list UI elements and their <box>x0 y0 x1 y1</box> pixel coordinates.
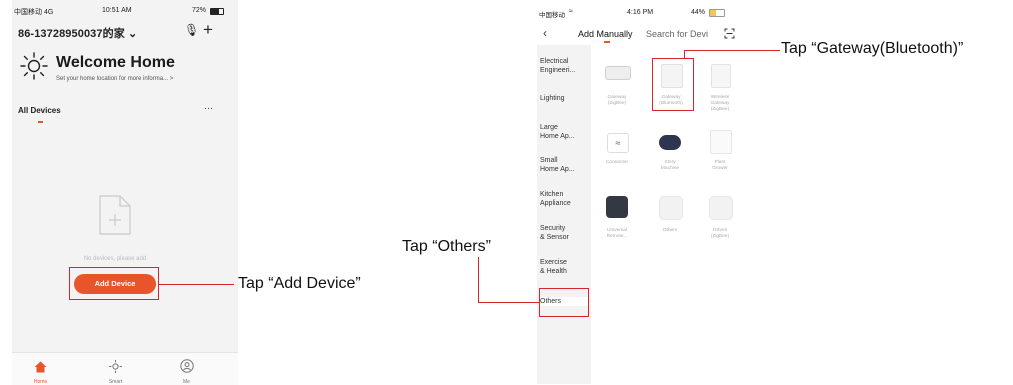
category-security-sensor[interactable]: Security & Sensor <box>540 224 569 242</box>
gateway-icon <box>605 66 631 80</box>
callout-line-others-vertical <box>478 257 479 303</box>
highlight-gateway-bluetooth <box>652 58 694 111</box>
highlight-add-device <box>69 267 159 300</box>
tab-smart-label[interactable]: Smart <box>103 379 128 385</box>
callout-line-gateway-horizontal <box>684 50 780 51</box>
microphone-icon[interactable]: 🎙 <box>184 23 199 37</box>
home-selector[interactable]: 86-13728950037的家 ⌄ <box>18 25 137 41</box>
sun-icon <box>20 52 48 80</box>
wifi-status-icon: ≈ <box>569 8 573 15</box>
battery-icon <box>210 8 224 15</box>
category-sidebar: Electrical Engineeri... Lighting Large H… <box>537 45 591 384</box>
tab-add-manually[interactable]: Add Manually <box>578 29 633 39</box>
carrier-status: 中国移动 4G <box>14 9 54 16</box>
back-icon[interactable]: ‹ <box>543 26 547 40</box>
tab-all-devices[interactable]: All Devices <box>18 106 61 115</box>
category-small-home-appliance[interactable]: Small Home Ap... <box>540 156 575 174</box>
device-universal-remote[interactable]: Universal Remote... <box>597 228 637 240</box>
carrier-status: 中国移动 <box>539 12 565 19</box>
tab-search-devices[interactable]: Search for Devi <box>646 29 708 39</box>
tab-indicator <box>604 41 610 43</box>
add-device-screen: 中国移动 ≈ 4:16 PM 44% ‹ Add Manually Search… <box>537 0 764 384</box>
home-icon[interactable] <box>34 361 47 373</box>
clock: 10:51 AM <box>102 7 132 14</box>
smart-icon[interactable] <box>109 360 122 373</box>
empty-message: No devices, please add <box>83 256 147 262</box>
gateway-icon <box>711 64 731 88</box>
story-machine-icon <box>659 135 681 150</box>
empty-file-icon <box>99 195 131 235</box>
home-screen: 中国移动 4G 10:51 AM 72% 86-13728950037的家 ⌄ … <box>12 0 238 385</box>
box-icon <box>709 196 733 220</box>
remote-icon <box>606 196 628 218</box>
add-icon[interactable]: + <box>203 20 213 40</box>
tab-home-label[interactable]: Home <box>28 379 53 385</box>
callout-line-others-horizontal <box>478 302 539 303</box>
set-location-link[interactable]: Set your home location for more informa.… <box>56 76 173 82</box>
device-plant-grower[interactable]: Plant Grower <box>700 160 740 172</box>
callout-others: Tap “Others” <box>402 238 491 255</box>
callout-add-device: Tap “Add Device” <box>238 275 361 292</box>
battery-percent: 44% <box>691 9 706 16</box>
callout-line-gateway-vertical <box>684 50 685 58</box>
wifi-icon: ≈ <box>607 133 629 153</box>
scan-icon[interactable] <box>724 28 735 39</box>
callout-gateway-bluetooth: Tap “Gateway(Bluetooth)” <box>781 40 964 57</box>
tab-me-label[interactable]: Me <box>174 379 199 385</box>
device-gateway-zigbee[interactable]: Gateway (ZigBee) <box>597 95 637 107</box>
device-others-zigbee[interactable]: Others (ZigBee) <box>700 228 740 240</box>
category-exercise-health[interactable]: Exercise & Health <box>540 258 567 276</box>
battery-percent: 72% <box>192 7 207 14</box>
highlight-others <box>539 288 589 317</box>
category-kitchen-appliance[interactable]: Kitchen Appliance <box>540 190 571 208</box>
category-electrical[interactable]: Electrical Engineeri... <box>540 57 575 75</box>
tab-bar: Home Smart Me <box>12 352 238 385</box>
device-others[interactable]: Others <box>650 228 690 234</box>
plant-icon <box>710 130 732 154</box>
category-lighting[interactable]: Lighting <box>540 94 565 103</box>
clock: 4:16 PM <box>627 9 654 16</box>
tab-indicator <box>38 121 43 123</box>
device-story-machine[interactable]: Story Machine <box>650 160 690 172</box>
device-wireless-gateway-zigbee[interactable]: Wireless Gateway (ZigBee) <box>700 95 740 113</box>
profile-icon[interactable] <box>180 359 194 373</box>
box-icon <box>659 196 683 220</box>
device-connector[interactable]: Connector <box>597 160 637 166</box>
more-icon[interactable]: ··· <box>204 103 213 113</box>
callout-line-add-device <box>159 284 234 285</box>
category-large-home-appliance[interactable]: Large Home Ap... <box>540 123 575 141</box>
battery-icon <box>709 9 725 17</box>
welcome-title: Welcome Home <box>56 54 175 71</box>
